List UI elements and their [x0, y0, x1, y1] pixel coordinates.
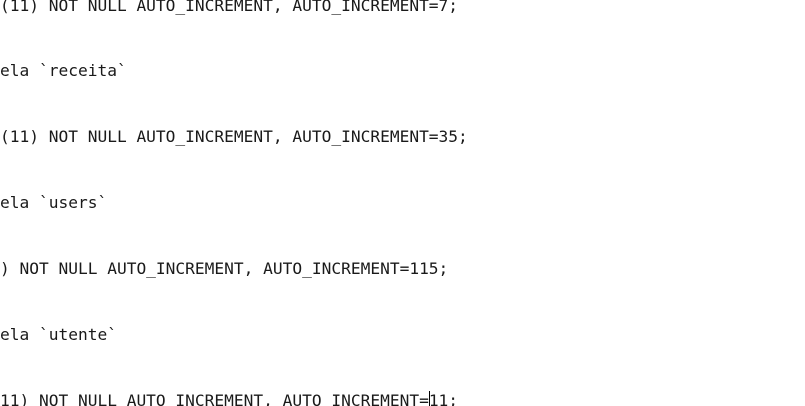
- code-line-with-caret: 11) NOT NULL AUTO_INCREMENT, AUTO_INCREM…: [0, 390, 458, 406]
- text-editor-area[interactable]: (11) NOT NULL AUTO_INCREMENT, AUTO_INCRE…: [0, 0, 805, 406]
- code-line: (11) NOT NULL AUTO_INCREMENT, AUTO_INCRE…: [0, 0, 459, 15]
- code-text-before-caret: 11) NOT NULL AUTO_INCREMENT, AUTO_INCREM…: [0, 391, 429, 406]
- code-line: ela `users`: [0, 193, 108, 212]
- code-text-after-caret: 11;: [428, 391, 459, 406]
- code-line: ) NOT NULL AUTO_INCREMENT, AUTO_INCREMEN…: [0, 259, 449, 278]
- code-line: ela `receita`: [0, 61, 127, 80]
- code-line: (11) NOT NULL AUTO_INCREMENT, AUTO_INCRE…: [0, 127, 468, 146]
- code-line: ela `utente`: [0, 325, 117, 344]
